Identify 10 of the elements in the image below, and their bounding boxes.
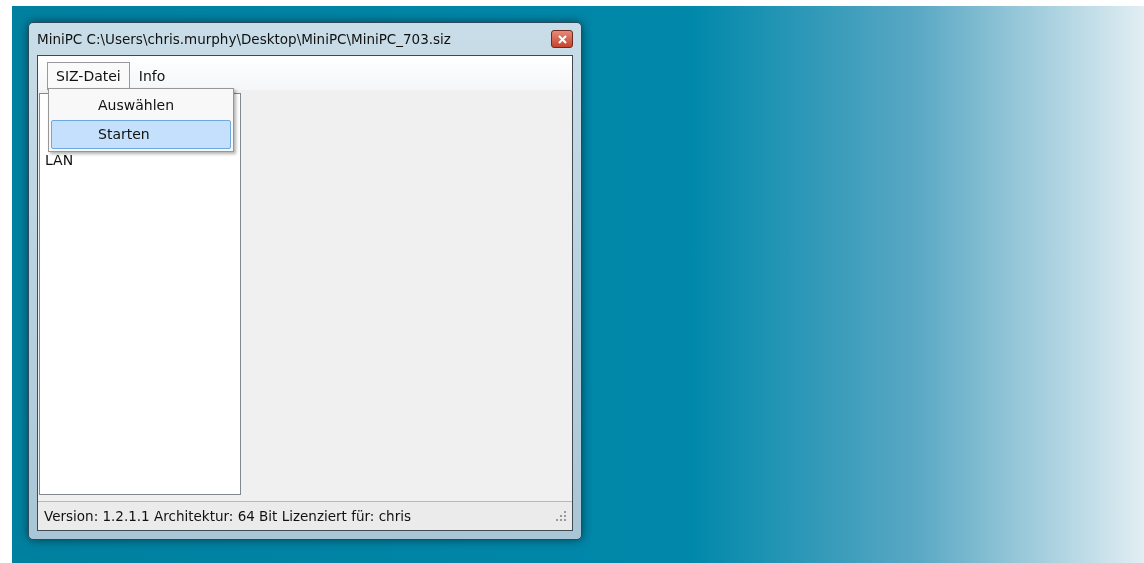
resize-grip-icon[interactable] xyxy=(556,511,566,521)
status-text: Version: 1.2.1.1 Architektur: 64 Bit Lizenziert für: chris xyxy=(44,508,411,524)
menu-item[interactable]: Info xyxy=(129,62,175,90)
close-button[interactable] xyxy=(551,30,573,48)
menu-option[interactable]: Starten xyxy=(51,120,231,149)
menu-item[interactable]: SIZ-Datei xyxy=(47,62,130,90)
window-title: MiniPC C:\Users\chris.murphy\Desktop\MiniPC\MiniPC_703.siz xyxy=(37,31,451,47)
menu-option[interactable]: Auswählen xyxy=(51,91,231,120)
list-item[interactable]: LAN xyxy=(45,152,240,168)
close-icon xyxy=(557,34,567,44)
